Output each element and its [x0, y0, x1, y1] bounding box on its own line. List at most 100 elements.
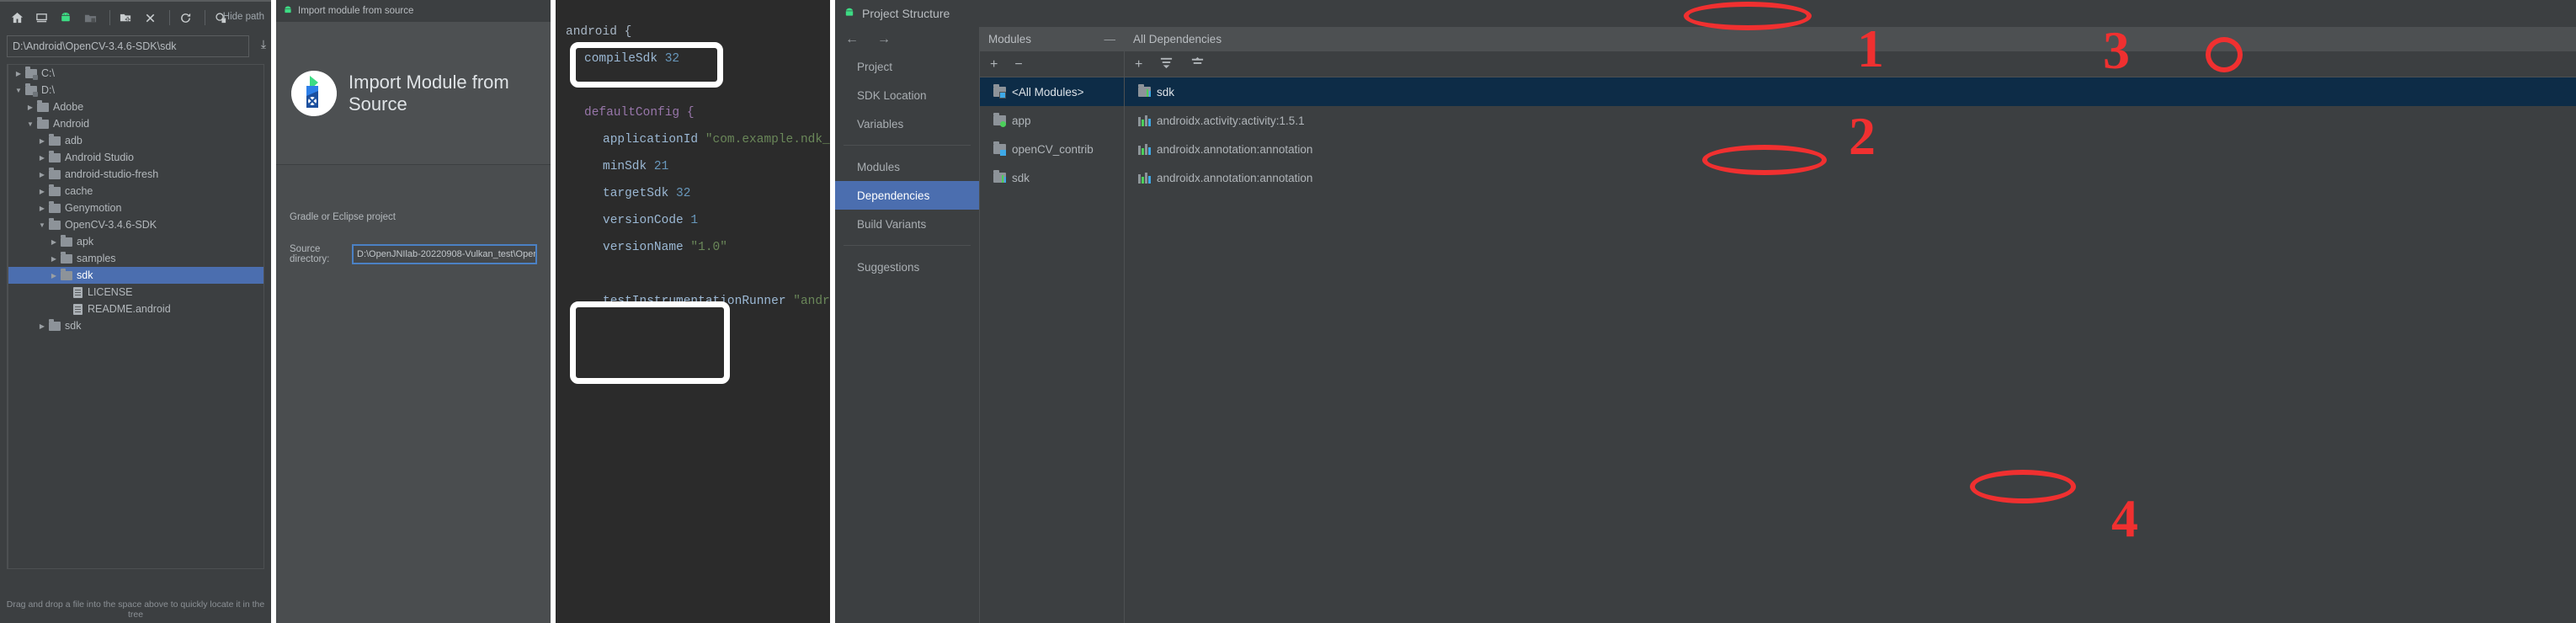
tree-row[interactable]: LICENSE	[8, 284, 263, 301]
gradle-code[interactable]: android {compileSdk 32 defaultConfig {ap…	[556, 0, 830, 315]
move-up-icon[interactable]	[1190, 56, 1205, 74]
tree-row[interactable]: ▶ apk	[8, 233, 263, 250]
folder-icon	[49, 217, 61, 230]
module-folder-icon[interactable]	[80, 8, 100, 28]
nav-history-buttons: ← →	[835, 27, 979, 52]
project-structure-columns: Modules — + − <All Modules> app openCV_con…	[980, 27, 2576, 623]
path-input[interactable]: D:\Android\OpenCV-3.4.6-SDK\sdk	[7, 35, 249, 57]
nav-item-project[interactable]: Project	[835, 52, 979, 81]
tree-row[interactable]: ▶ samples	[8, 250, 263, 267]
disclosure-triangle-icon[interactable]: ▼	[25, 120, 35, 128]
tree-row[interactable]: ▶ Adobe	[8, 99, 263, 115]
nav-item-label: Modules	[857, 160, 901, 173]
add-dependency-icon[interactable]: +	[1135, 57, 1142, 72]
refresh-icon[interactable]	[175, 8, 195, 28]
home-icon[interactable]	[7, 8, 27, 28]
code-token: minSdk	[603, 160, 654, 173]
dependency-list-item[interactable]: androidx.annotation:annotation	[1125, 135, 2576, 163]
disclosure-triangle-icon[interactable]: ▶	[37, 188, 47, 195]
disclosure-triangle-icon[interactable]: ▶	[37, 137, 47, 145]
dependency-list-item-label: androidx.activity:activity:1.5.1	[1157, 114, 1305, 127]
modules-column: Modules — + − <All Modules> app openCV_con…	[980, 27, 1125, 623]
nav-item-build-variants[interactable]: Build Variants	[835, 210, 979, 238]
source-directory-row: Source directory: D:\OpenJNIlab-20220908…	[290, 244, 537, 264]
import-module-header: Import Module from Source	[276, 22, 551, 165]
import-module-body: Gradle or Eclipse project Source directo…	[276, 212, 551, 623]
module-list-item[interactable]: <All Modules>	[980, 77, 1124, 106]
dependency-list-item[interactable]: sdk	[1125, 77, 2576, 106]
nav-item-variables[interactable]: Variables	[835, 109, 979, 138]
tree-row[interactable]: ▶ adb	[8, 132, 263, 149]
tree-row[interactable]: ▶ android-studio-fresh	[8, 166, 263, 183]
disclosure-triangle-icon[interactable]: ▶	[37, 171, 47, 178]
module-list-item[interactable]: app	[980, 106, 1124, 135]
build-gradle-editor-panel: android {compileSdk 32 defaultConfig {ap…	[556, 0, 830, 623]
dependencies-column-header: All Dependencies	[1125, 27, 2576, 52]
module-blue-icon	[993, 141, 1006, 156]
tree-row-label: android-studio-fresh	[65, 168, 159, 180]
tree-row[interactable]: ▶ sdk	[8, 317, 263, 334]
disclosure-triangle-icon[interactable]: ▶	[37, 322, 47, 330]
delete-icon[interactable]	[140, 8, 160, 28]
nav-item-label: Build Variants	[857, 217, 927, 231]
tree-row[interactable]: README.android	[8, 301, 263, 317]
dependencies-list[interactable]: sdk androidx.activity:activity:1.5.1 andro…	[1125, 77, 2576, 192]
code-line: targetSdk 32	[566, 180, 830, 207]
disclosure-triangle-icon[interactable]: ▶	[49, 272, 59, 280]
folder-icon	[49, 200, 61, 213]
dependency-list-item[interactable]: androidx.activity:activity:1.5.1	[1125, 106, 2576, 135]
remove-module-icon[interactable]: −	[1014, 57, 1022, 72]
source-directory-input[interactable]: D:\OpenJNIlab-20220908-Vulkan_test\OpenC…	[352, 244, 537, 264]
modules-column-header: Modules —	[980, 27, 1124, 52]
tree-row[interactable]: ▶ C:\	[8, 65, 263, 82]
module-list-item[interactable]: sdk	[980, 163, 1124, 192]
disclosure-triangle-icon[interactable]: ▶	[49, 238, 59, 246]
move-down-icon[interactable]	[1159, 56, 1174, 74]
nav-forward-icon[interactable]: →	[877, 32, 891, 47]
collapse-icon[interactable]: —	[1104, 33, 1116, 45]
module-list-item[interactable]: openCV_contrib	[980, 135, 1124, 163]
tree-row[interactable]: ▶ sdk	[8, 267, 263, 284]
drag-drop-hint: Drag and drop a file into the space abov…	[6, 599, 265, 620]
project-structure-title: Project Structure	[862, 7, 950, 20]
tree-row-label: samples	[77, 253, 116, 264]
tree-row-label: adb	[65, 135, 82, 146]
directory-tree[interactable]: ▶ C:\ ▼ D:\ ▶ Adobe ▼ Android ▶ adb ▶ Android Studi…	[7, 64, 264, 569]
folder-icon	[25, 83, 38, 97]
disclosure-triangle-icon[interactable]: ▼	[13, 87, 24, 94]
tree-row[interactable]: ▼ Android	[8, 115, 263, 132]
folder-icon	[37, 99, 49, 112]
tree-row[interactable]: ▶ cache	[8, 183, 263, 200]
disclosure-triangle-icon[interactable]: ▶	[25, 104, 35, 111]
disclosure-triangle-icon[interactable]: ▶	[49, 255, 59, 263]
disclosure-triangle-icon[interactable]: ▶	[13, 70, 24, 77]
tree-row[interactable]: ▼ OpenCV-3.4.6-SDK	[8, 216, 263, 233]
disclosure-triangle-icon[interactable]: ▶	[37, 154, 47, 162]
code-line: defaultConfig {	[566, 99, 830, 126]
new-folder-icon[interactable]	[115, 8, 136, 28]
desktop-icon[interactable]	[31, 8, 51, 28]
nav-item-modules[interactable]: Modules	[835, 152, 979, 181]
tree-row[interactable]: ▶ Android Studio	[8, 149, 263, 166]
disclosure-triangle-icon[interactable]: ▼	[37, 221, 47, 229]
code-token: versionCode	[603, 214, 691, 227]
nav-item-dependencies[interactable]: Dependencies	[835, 181, 979, 210]
tree-row[interactable]: ▶ Genymotion	[8, 200, 263, 216]
tree-row[interactable]: ▼ D:\	[8, 82, 263, 99]
nav-item-suggestions[interactable]: Suggestions	[835, 253, 979, 281]
modules-list[interactable]: <All Modules> app openCV_contrib sdk	[980, 77, 1124, 192]
disclosure-triangle-icon[interactable]: ▶	[37, 205, 47, 212]
module-green-icon	[993, 113, 1006, 127]
tree-row-label: Adobe	[53, 101, 84, 113]
tree-row-label: LICENSE	[88, 286, 133, 298]
nav-back-icon[interactable]: ←	[845, 32, 859, 47]
file-chooser-toolbar: Hide path	[0, 2, 271, 34]
nav-item-sdk-location[interactable]: SDK Location	[835, 81, 979, 109]
nav-item-list[interactable]: Project SDK Location Variables Modules Depen…	[835, 52, 979, 281]
add-module-icon[interactable]: +	[990, 57, 998, 72]
path-download-icon[interactable]: ⤓	[256, 34, 271, 51]
folder-icon	[61, 268, 72, 280]
hide-path-link[interactable]: Hide path	[223, 12, 264, 22]
dependency-list-item[interactable]: androidx.annotation:annotation	[1125, 163, 2576, 192]
android-device-icon[interactable]	[56, 8, 76, 28]
